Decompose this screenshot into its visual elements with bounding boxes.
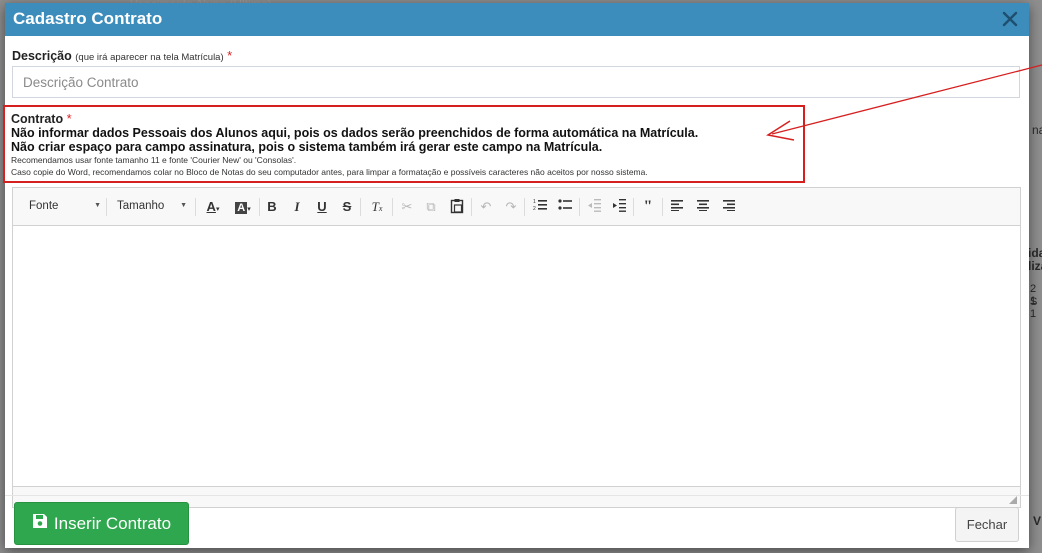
bold-icon[interactable]: B	[263, 198, 281, 216]
insert-contract-label: Inserir Contrato	[53, 513, 172, 533]
contrato-label: Contrato *	[11, 111, 797, 127]
background-color-icon[interactable]: A ▾	[232, 198, 254, 216]
footer-divider	[5, 495, 1029, 496]
svg-text:1: 1	[533, 199, 536, 205]
editor-toolbar: Fonte ▼ Tamanho ▼ A▾ A ▾ B I U S Tx ✂ ⧉ …	[13, 188, 1020, 226]
bulleted-list-icon[interactable]	[556, 198, 574, 216]
descricao-label: Descrição (que irá aparecer na tela Matr…	[12, 48, 232, 63]
descricao-hint: (que irá aparecer na tela Matrícula)	[75, 52, 224, 63]
insert-contract-button[interactable]: Inserir Contrato	[14, 502, 189, 545]
size-combo[interactable]: Tamanho ▼	[117, 197, 187, 215]
align-center-icon[interactable]	[694, 198, 712, 216]
toolbar-separator	[392, 198, 393, 216]
cadastro-contrato-modal: Cadastro Contrato Descrição (que irá apa…	[3, 3, 1029, 548]
modal-title: Cadastro Contrato	[13, 9, 163, 28]
redo-icon[interactable]: ↷	[502, 198, 520, 216]
copy-icon[interactable]: ⧉	[422, 198, 440, 216]
recommendation-note-1: Recomendamos usar fonte tamanho 11 e fon…	[11, 155, 297, 165]
remove-format-icon[interactable]: Tx	[368, 198, 386, 216]
toolbar-separator	[259, 198, 260, 216]
resize-grip-icon[interactable]	[1009, 496, 1017, 504]
svg-text:2: 2	[533, 206, 536, 212]
toolbar-separator	[360, 198, 361, 216]
background-text: ida	[1028, 246, 1042, 260]
required-mark: *	[66, 111, 72, 126]
font-combo-label: Fonte	[29, 200, 59, 212]
strikethrough-icon[interactable]: S	[338, 198, 356, 216]
save-icon	[32, 513, 48, 534]
font-combo[interactable]: Fonte ▼	[29, 197, 101, 215]
blockquote-icon[interactable]: "	[639, 198, 657, 216]
recommendation-note-2: Caso copie do Word, recomendamos colar n…	[11, 167, 648, 177]
descricao-label-text: Descrição	[12, 49, 72, 63]
editor-content-area[interactable]	[13, 225, 1020, 487]
contrato-instructions-box: Contrato * Não informar dados Pessoais d…	[3, 105, 805, 183]
required-mark: *	[227, 48, 233, 63]
size-combo-label: Tamanho	[117, 200, 165, 212]
outdent-icon[interactable]	[585, 198, 603, 216]
align-right-icon[interactable]	[720, 198, 738, 216]
cut-icon[interactable]: ✂	[398, 198, 416, 216]
background-text: liza	[1028, 259, 1042, 273]
toolbar-separator	[106, 198, 107, 216]
toolbar-separator	[662, 198, 663, 216]
background-text: V	[1033, 514, 1042, 528]
indent-icon[interactable]	[610, 198, 628, 216]
instruction-line-1: Não informar dados Pessoais dos Alunos a…	[11, 126, 699, 140]
modal-header: Cadastro Contrato	[5, 3, 1029, 36]
numbered-list-icon[interactable]: 12	[531, 198, 549, 216]
rich-text-editor: Fonte ▼ Tamanho ▼ A▾ A ▾ B I U S Tx ✂ ⧉ …	[12, 187, 1021, 508]
instruction-line-2: Não criar espaço para campo assinatura, …	[11, 140, 603, 154]
background-text: S 1	[1030, 296, 1038, 320]
toolbar-separator	[471, 198, 472, 216]
italic-icon[interactable]: I	[288, 198, 306, 216]
toolbar-separator	[579, 198, 580, 216]
underline-icon[interactable]: U	[313, 198, 331, 216]
descricao-input[interactable]	[12, 66, 1020, 98]
chevron-down-icon: ▼	[180, 202, 187, 209]
text-color-icon[interactable]: A▾	[202, 198, 224, 216]
toolbar-separator	[195, 198, 196, 216]
toolbar-separator	[524, 198, 525, 216]
align-left-icon[interactable]	[668, 198, 686, 216]
undo-icon[interactable]: ↶	[477, 198, 495, 216]
toolbar-separator	[633, 198, 634, 216]
chevron-down-icon: ▼	[94, 202, 101, 209]
background-text: na	[1032, 123, 1042, 137]
close-icon[interactable]	[999, 8, 1021, 30]
close-button[interactable]: Fechar	[955, 507, 1019, 542]
paste-icon[interactable]	[448, 198, 466, 216]
contrato-label-text: Contrato	[11, 112, 64, 126]
